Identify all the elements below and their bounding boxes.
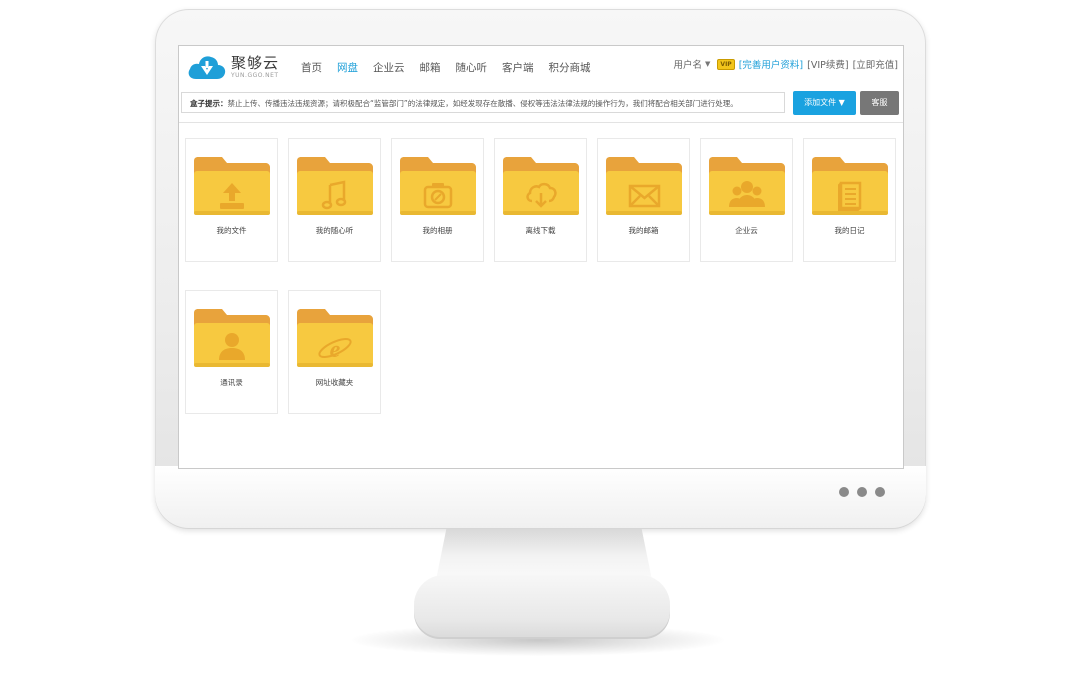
cloud-download-icon	[501, 155, 581, 221]
folder-label: 我的文件	[216, 226, 247, 235]
indicator-dots	[839, 487, 885, 497]
folder-label: 企业云	[735, 226, 758, 235]
folder-card[interactable]: 企业云	[700, 138, 793, 262]
camera-icon	[398, 155, 478, 221]
folder-card[interactable]: 我的文件	[185, 138, 278, 262]
folder-label: 我的随心听	[315, 226, 354, 235]
music-note-icon	[295, 155, 375, 221]
envelope-icon	[604, 155, 684, 221]
folder-label: 通讯录	[220, 378, 243, 387]
monitor-bottom-bezel	[155, 466, 926, 529]
browser-e-icon: e	[295, 307, 375, 373]
folder-grid: 我的文件 我的随心听 我的相册 离线下载 我的邮箱 企业云 我的日记通讯录 e 网址收藏夹	[179, 46, 903, 468]
folder-card[interactable]: 我的邮箱	[597, 138, 690, 262]
monitor-stand-base	[414, 575, 670, 639]
folder-card[interactable]: 我的相册	[391, 138, 484, 262]
folder-label: 网址收藏夹	[315, 378, 354, 387]
group-icon	[707, 155, 787, 221]
screen: 聚够云 YUN.GGO.NET 首页 网盘 企业云 邮箱 随心听 客户端 积分商…	[178, 45, 904, 469]
folder-label: 我的日记	[834, 226, 865, 235]
folder-card[interactable]: 我的日记	[803, 138, 896, 262]
notebook-icon	[810, 155, 890, 221]
person-icon	[192, 307, 272, 373]
folder-label: 离线下载	[525, 226, 556, 235]
folder-card[interactable]: 我的随心听	[288, 138, 381, 262]
folder-label: 我的邮箱	[628, 226, 659, 235]
folder-card[interactable]: 离线下载	[494, 138, 587, 262]
folder-card[interactable]: 通讯录	[185, 290, 278, 414]
svg-text:e: e	[330, 337, 341, 363]
upload-icon	[192, 155, 272, 221]
folder-card[interactable]: e 网址收藏夹	[288, 290, 381, 414]
folder-label: 我的相册	[422, 226, 453, 235]
